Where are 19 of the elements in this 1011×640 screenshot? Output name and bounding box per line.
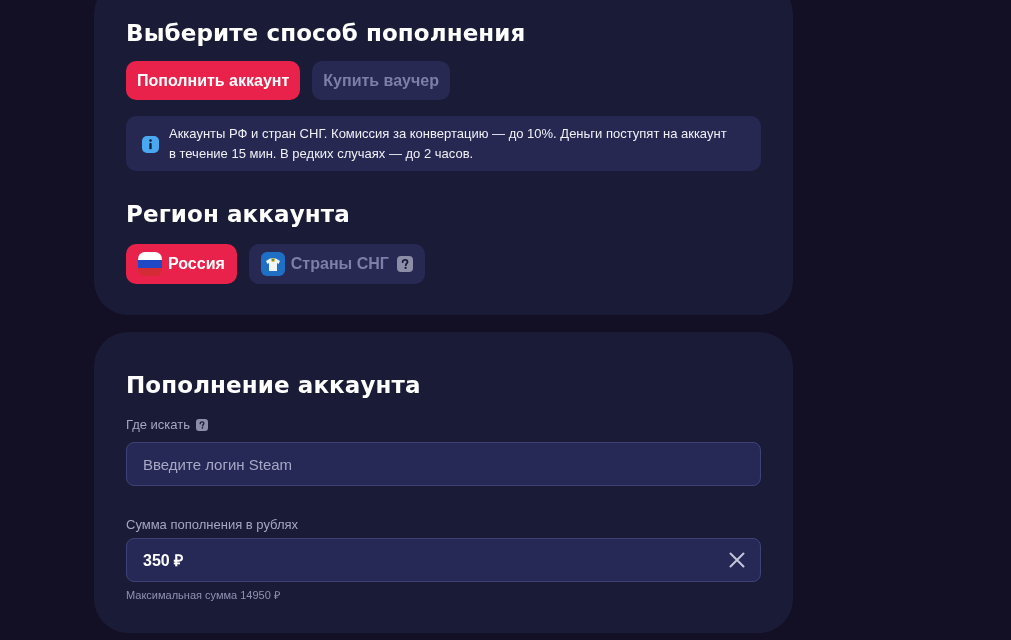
section-title: Регион аккаунта xyxy=(126,200,350,229)
region-option[interactable]: Страны СНГ xyxy=(248,244,425,284)
emblem-icon xyxy=(260,252,285,276)
info-text: Аккаунты РФ и стран СНГ. Комиссия за конвертацию — до 10%. Деньги поступят на аккаунт в течение 15 мин. В редких случаях — до 2 часов. xyxy=(169,125,728,163)
section-title: Пополнение аккаунта xyxy=(126,371,421,400)
login-field[interactable]: Введите логин Steam xyxy=(126,442,761,486)
method-tab[interactable]: Купить ваучер xyxy=(312,61,450,100)
flag-icon xyxy=(138,252,162,276)
field-label: Где искать xyxy=(126,416,190,434)
info-icon xyxy=(142,135,159,153)
help-icon[interactable] xyxy=(196,419,208,431)
clear-icon[interactable] xyxy=(729,552,745,568)
field-label: Сумма пополнения в рублях xyxy=(126,516,299,534)
amount-field[interactable]: 350 ₽ xyxy=(126,538,761,582)
region-option[interactable]: Россия xyxy=(126,244,237,284)
field-hint: Максимальная сумма 14950 ₽ xyxy=(126,588,280,602)
section-title: Выберите способ пополнения xyxy=(126,19,526,48)
method-tab[interactable]: Пополнить аккаунт xyxy=(126,61,301,100)
help-icon[interactable] xyxy=(396,256,413,272)
